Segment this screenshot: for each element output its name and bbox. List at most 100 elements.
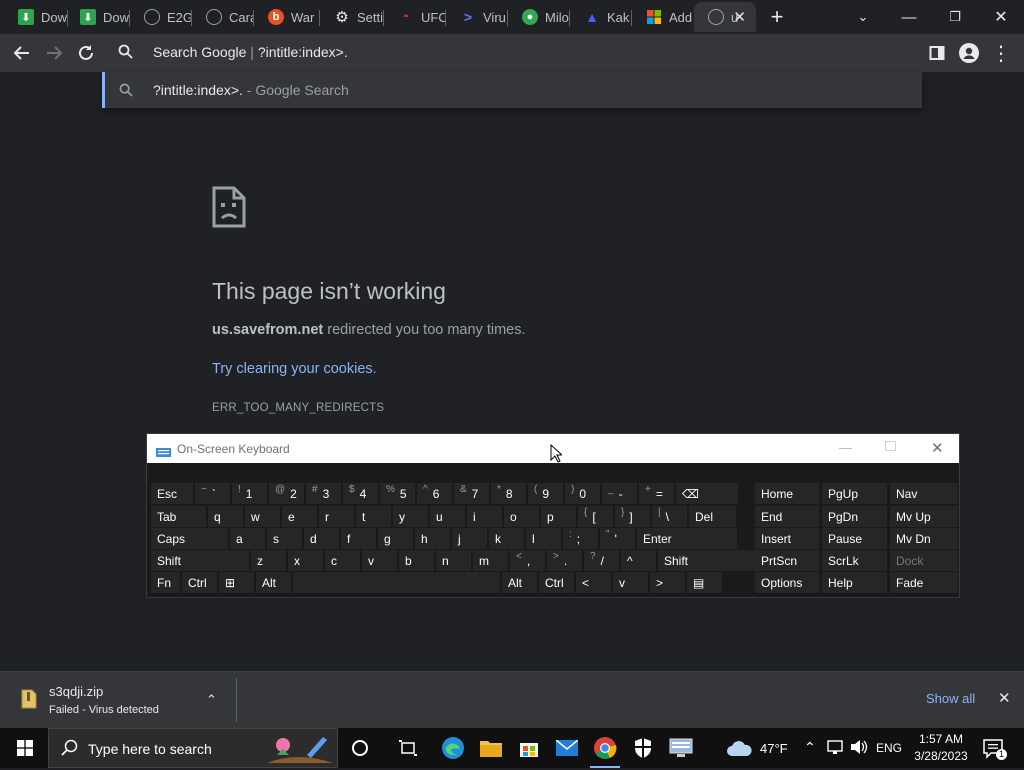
windows-start-icon[interactable] xyxy=(10,733,40,763)
osk-key[interactable]: Alt xyxy=(502,572,537,593)
osk-key[interactable]: l xyxy=(526,528,561,549)
store-icon[interactable] xyxy=(514,733,544,763)
security-shield-icon[interactable] xyxy=(628,733,658,763)
task-view-icon[interactable] xyxy=(393,733,423,763)
clear-cookies-link[interactable]: Try clearing your cookies xyxy=(212,361,373,377)
osk-nav-key[interactable]: End xyxy=(755,506,819,527)
osk-key[interactable]: ▤ xyxy=(687,572,722,593)
volume-icon[interactable] xyxy=(850,738,868,761)
tab-ufo[interactable]: ◓ UFO xyxy=(384,2,446,32)
osk-nav-key[interactable]: Mv Dn xyxy=(890,528,958,549)
minimize-button[interactable]: — xyxy=(894,2,924,32)
address-bar[interactable]: Search Google | ?intitle:index>. xyxy=(102,34,922,72)
tab-active[interactable]: u ✕ xyxy=(694,2,756,32)
osk-nav-key[interactable]: ScrLk xyxy=(822,550,887,571)
osk-maximize-button[interactable] xyxy=(885,441,896,451)
tab-download-2[interactable]: ⬇ Dow xyxy=(66,2,130,32)
osk-key[interactable]: Esc xyxy=(151,483,193,504)
osk-key[interactable]: {[ xyxy=(578,506,613,527)
download-item[interactable]: s3qdji.zip Failed - Virus detected ⌃ xyxy=(0,672,236,728)
osk-key[interactable]: <, xyxy=(510,550,545,571)
osk-key[interactable]: % 5 xyxy=(380,483,415,504)
osk-key[interactable]: h xyxy=(415,528,450,549)
osk-key[interactable]: Del xyxy=(689,506,736,527)
osk-close-button[interactable]: ✕ xyxy=(931,439,944,457)
osk-key[interactable]: y xyxy=(393,506,428,527)
osk-key[interactable]: v xyxy=(362,550,397,571)
osk-nav-key[interactable]: Options xyxy=(755,572,819,593)
osk-key[interactable]: d xyxy=(304,528,339,549)
restore-button[interactable]: ❐ xyxy=(940,2,970,32)
osk-key[interactable]: #3 xyxy=(306,483,341,504)
clock-time[interactable]: 1:57 AM xyxy=(917,732,965,746)
osk-key[interactable]: * 8 xyxy=(491,483,526,504)
osk-nav-key[interactable]: PgUp xyxy=(822,483,887,504)
cortana-icon[interactable] xyxy=(345,733,375,763)
osk-key[interactable]: Enter xyxy=(637,528,737,549)
osk-nav-key[interactable]: Nav xyxy=(890,483,958,504)
osk-key[interactable]: q xyxy=(208,506,243,527)
address-input[interactable]: ?intitle:index>. xyxy=(258,44,348,60)
osk-key[interactable]: u xyxy=(430,506,465,527)
remote-desktop-icon[interactable] xyxy=(666,733,696,763)
osk-key[interactable]: f xyxy=(341,528,376,549)
osk-key[interactable]: ⊞ xyxy=(219,572,254,593)
clock-date[interactable]: 3/28/2023 xyxy=(911,749,971,763)
close-downloads-icon[interactable]: ✕ xyxy=(998,689,1011,707)
osk-key[interactable]: n xyxy=(436,550,471,571)
osk-key[interactable]: k xyxy=(489,528,524,549)
osk-nav-key[interactable]: Home xyxy=(755,483,819,504)
osk-key[interactable]: x xyxy=(288,550,323,571)
profile-avatar[interactable] xyxy=(954,38,984,68)
osk-key[interactable]: Alt xyxy=(256,572,291,593)
osk-key[interactable]: t xyxy=(356,506,391,527)
osk-key[interactable]: :; xyxy=(563,528,598,549)
osk-key[interactable]: j xyxy=(452,528,487,549)
osk-nav-key[interactable]: Pause xyxy=(822,528,887,549)
osk-key[interactable]: Ctrl xyxy=(182,572,217,593)
osk-key[interactable]: i xyxy=(467,506,502,527)
osk-key[interactable]: ? / xyxy=(584,550,619,571)
weather-temperature[interactable]: 47°F xyxy=(760,741,788,756)
osk-nav-key[interactable]: PrtScn xyxy=(755,550,819,571)
osk-nav-key[interactable]: Dock xyxy=(890,550,958,571)
tab-download-1[interactable]: ⬇ Dow xyxy=(4,2,68,32)
osk-key[interactable]: @2 xyxy=(269,483,304,504)
chevron-up-icon[interactable]: ⌃ xyxy=(206,692,217,708)
osk-key[interactable]: o xyxy=(504,506,539,527)
language-indicator[interactable]: ENG xyxy=(876,741,902,755)
osk-key[interactable]: Fn xyxy=(151,572,180,593)
close-tab-icon[interactable]: ✕ xyxy=(733,8,746,26)
osk-key[interactable]: ! 1 xyxy=(232,483,267,504)
taskbar-search-box[interactable]: Type here to search xyxy=(48,728,338,768)
osk-key[interactable]: Caps xyxy=(151,528,228,549)
osk-key[interactable]: " ' xyxy=(600,528,635,549)
osk-key[interactable]: (9 xyxy=(528,483,563,504)
osk-key[interactable]: m xyxy=(473,550,508,571)
tab-add[interactable]: Add xyxy=(632,2,694,32)
osk-key[interactable]: & 7 xyxy=(454,483,489,504)
osk-key[interactable]: Shift xyxy=(658,550,758,571)
tab-search-chevron-icon[interactable]: ⌄ xyxy=(848,2,878,32)
new-tab-button[interactable]: + xyxy=(762,2,792,32)
forward-button[interactable] xyxy=(39,38,69,68)
tab-settings[interactable]: ⚙ Setti xyxy=(320,2,384,32)
osk-key[interactable]: ⌫ xyxy=(676,483,738,504)
network-icon[interactable] xyxy=(826,739,844,760)
tray-chevron-up-icon[interactable]: ⌃ xyxy=(804,739,816,756)
osk-key[interactable]: Ctrl xyxy=(539,572,574,593)
osk-nav-key[interactable]: Fade xyxy=(890,572,958,593)
osk-key[interactable]: Shift xyxy=(151,550,249,571)
tab-war[interactable]: b War xyxy=(254,2,320,32)
osk-key[interactable]: >. xyxy=(547,550,582,571)
tab-e2g[interactable]: E2G xyxy=(130,2,192,32)
tab-milo[interactable]: ● Milo xyxy=(508,2,570,32)
side-panel-button[interactable] xyxy=(922,38,952,68)
osk-key[interactable]: | \ xyxy=(652,506,687,527)
tab-virustotal[interactable]: > Viru xyxy=(446,2,508,32)
osk-nav-key[interactable]: Help xyxy=(822,572,887,593)
osk-key[interactable]: s xyxy=(267,528,302,549)
osk-key[interactable]: }] xyxy=(615,506,650,527)
osk-nav-key[interactable]: Mv Up xyxy=(890,506,958,527)
back-button[interactable] xyxy=(7,38,37,68)
